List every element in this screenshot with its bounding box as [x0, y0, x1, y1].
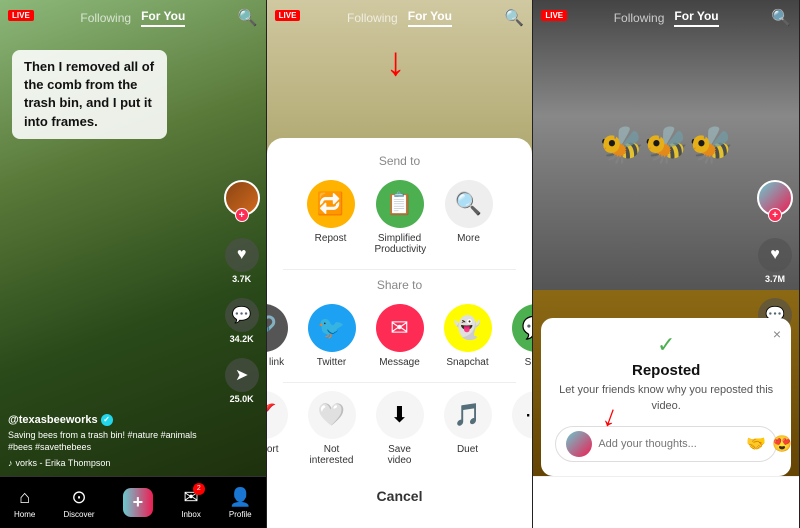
- verified-badge: ✓: [101, 414, 113, 426]
- discover-icon: ⊙: [71, 487, 86, 508]
- sms-button[interactable]: 💬 SMS: [512, 304, 534, 368]
- bees-icon: 🐝🐝🐝: [599, 124, 733, 166]
- more-actions-button[interactable]: ⋯: [512, 391, 534, 466]
- caption-box: Then I removed all of the comb from the …: [12, 50, 167, 139]
- thoughts-input-row: 🤝 😍: [555, 426, 777, 462]
- search-icon-1[interactable]: 🔍: [238, 8, 258, 28]
- nav-tabs-1: Following For You: [80, 9, 185, 27]
- copy-link-button[interactable]: 🔗 Copy link: [267, 304, 288, 368]
- not-interested-icon: 🤍: [308, 391, 356, 439]
- duet-button[interactable]: 🎵 Duet: [444, 391, 492, 466]
- comment-button[interactable]: 💬 34.2K: [225, 298, 259, 344]
- search-icon-3[interactable]: 🔍: [771, 8, 791, 28]
- divider-2: [283, 382, 517, 383]
- live-badge-3: LIVE: [541, 10, 567, 21]
- panel-3: 🐝🐝🐝 LIVE Following For You 🔍 + ♥ 3.7M 💬 …: [533, 0, 800, 528]
- sms-icon: 💬: [512, 304, 534, 352]
- comment-icon: 💬: [225, 298, 259, 332]
- creator-avatar-3[interactable]: +: [757, 180, 793, 216]
- duet-icon: 🎵: [444, 391, 492, 439]
- home-icon: ⌂: [19, 487, 30, 508]
- nav-inbox[interactable]: ✉ 2 Inbox: [181, 487, 201, 519]
- live-badge-1: LIVE: [8, 10, 34, 21]
- follow-plus[interactable]: +: [235, 208, 249, 222]
- nav-tabs-3: Following For You: [614, 9, 719, 27]
- like-button[interactable]: ♥ 3.7K: [225, 238, 259, 284]
- send-to-row: 🔁 Repost 📋 Simplified Productivity 🔍 Mor…: [283, 180, 517, 255]
- reposted-description: Let your friends know why you reposted t…: [555, 383, 777, 414]
- panel-2: LIVE Following For You 🔍 ↓ Send to 🔁 Rep…: [267, 0, 534, 528]
- reposted-title: Reposted: [555, 362, 777, 379]
- heart-icon: ♥: [225, 238, 259, 272]
- snapchat-icon: 👻: [444, 304, 492, 352]
- more-icon: 🔍: [445, 180, 493, 228]
- top-nav-1: LIVE Following For You 🔍: [0, 0, 266, 36]
- following-tab-1[interactable]: Following: [80, 11, 131, 25]
- simplified-icon: 📋: [376, 180, 424, 228]
- for-you-tab-2[interactable]: For You: [408, 9, 452, 27]
- not-interested-button[interactable]: 🤍 Not interested: [308, 391, 356, 466]
- nav-home[interactable]: ⌂ Home: [14, 487, 35, 519]
- follow-plus-3[interactable]: +: [768, 208, 782, 222]
- report-icon: 🚩: [267, 391, 288, 439]
- save-video-button[interactable]: ⬇ Save video: [376, 391, 424, 466]
- more-actions-icon: ⋯: [512, 391, 534, 439]
- right-actions-1: + ♥ 3.7K 💬 34.2K ➤ 25.0K: [224, 180, 260, 404]
- top-nav-3: LIVE Following For You 🔍: [533, 0, 799, 36]
- thoughts-avatar: [566, 431, 592, 457]
- snapchat-button[interactable]: 👻 Snapchat: [444, 304, 492, 368]
- following-tab-3[interactable]: Following: [614, 11, 665, 25]
- for-you-tab-3[interactable]: For You: [674, 9, 718, 27]
- actions-row: 🚩 Report 🤍 Not interested ⬇ Save video 🎵…: [283, 391, 517, 466]
- heart-icon-3: ♥: [758, 238, 792, 272]
- copy-link-icon: 🔗: [267, 304, 288, 352]
- reposted-modal: × ✓ Reposted Let your friends know why y…: [541, 318, 791, 476]
- music-note-icon: ♪: [8, 458, 13, 468]
- nav-profile[interactable]: 👤 Profile: [229, 487, 252, 519]
- profile-icon: 👤: [229, 487, 251, 508]
- bottom-nav-1: ⌂ Home ⊙ Discover + ✉ 2 Inbox 👤 Profile: [0, 476, 266, 528]
- nav-discover[interactable]: ⊙ Discover: [63, 487, 94, 519]
- username: @texasbeeworks ✓: [8, 414, 216, 426]
- more-button[interactable]: 🔍 More: [445, 180, 493, 255]
- send-to-label: Send to: [283, 154, 517, 168]
- add-button[interactable]: +: [123, 488, 154, 517]
- top-nav-2: LIVE Following For You 🔍: [267, 0, 533, 36]
- search-icon-2[interactable]: 🔍: [504, 8, 524, 28]
- message-icon: ✉: [376, 304, 424, 352]
- repost-icon: 🔁: [307, 180, 355, 228]
- video-info: @texasbeeworks ✓ Saving bees from a tras…: [8, 414, 216, 468]
- heart-eyes-emoji[interactable]: 😍: [772, 434, 792, 454]
- panel-1: LIVE Following For You 🔍 Then I removed …: [0, 0, 267, 528]
- share-to-row: 🔗 Copy link 🐦 Twitter ✉ Message 👻 Snapch…: [283, 304, 517, 368]
- music-tag: ♪ vorks - Erika Thompson: [8, 458, 216, 468]
- cancel-button[interactable]: Cancel: [283, 480, 517, 512]
- twitter-icon: 🐦: [308, 304, 356, 352]
- nav-add[interactable]: +: [123, 488, 154, 517]
- share-button-1[interactable]: ➤ 25.0K: [225, 358, 259, 404]
- twitter-button[interactable]: 🐦 Twitter: [308, 304, 356, 368]
- handshake-emoji[interactable]: 🤝: [746, 434, 766, 454]
- red-arrow-overlay: ↓: [386, 40, 406, 85]
- thoughts-input[interactable]: [598, 438, 740, 450]
- check-icon: ✓: [555, 332, 777, 358]
- share-to-label: Share to: [283, 278, 517, 292]
- simplified-productivity-button[interactable]: 📋 Simplified Productivity: [375, 180, 425, 255]
- nav-tabs-2: Following For You: [347, 9, 452, 27]
- description: Saving bees from a trash bin! #nature #a…: [8, 429, 216, 454]
- live-badge-2: LIVE: [275, 10, 301, 21]
- report-button[interactable]: 🚩 Report: [267, 391, 288, 466]
- repost-button[interactable]: 🔁 Repost: [307, 180, 355, 255]
- like-button-3[interactable]: ♥ 3.7M: [758, 238, 792, 284]
- save-video-icon: ⬇: [376, 391, 424, 439]
- share-icon: ➤: [225, 358, 259, 392]
- share-sheet: Send to 🔁 Repost 📋 Simplified Productivi…: [267, 138, 533, 528]
- divider-1: [283, 269, 517, 270]
- close-button[interactable]: ×: [773, 326, 781, 342]
- following-tab-2[interactable]: Following: [347, 11, 398, 25]
- message-button[interactable]: ✉ Message: [376, 304, 424, 368]
- bottom-nav-3: [533, 476, 799, 528]
- for-you-tab-1[interactable]: For You: [141, 9, 185, 27]
- creator-avatar[interactable]: +: [224, 180, 260, 216]
